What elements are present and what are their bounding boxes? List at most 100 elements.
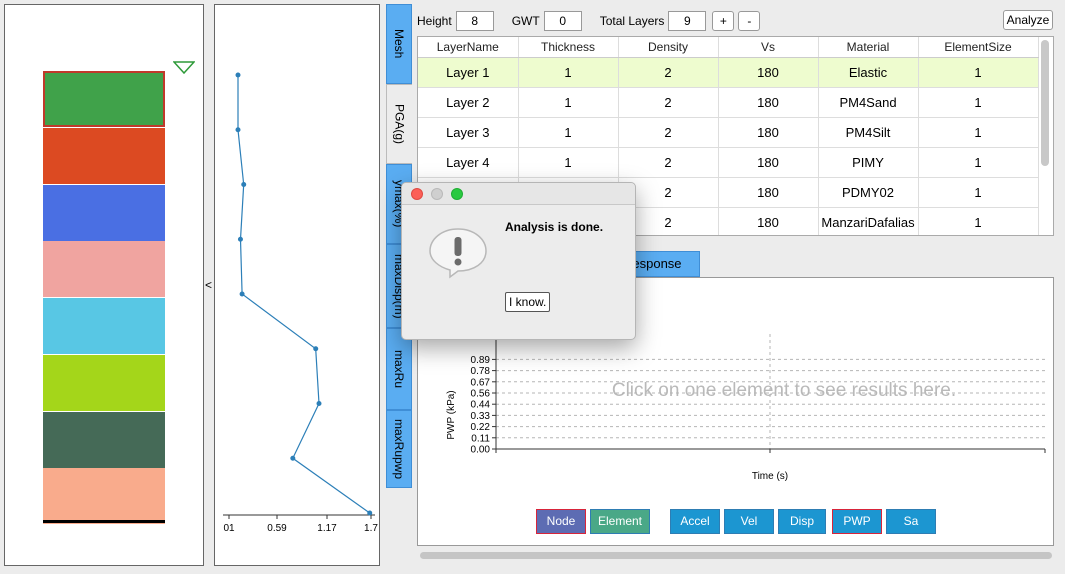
- chart-y-tick-label: 0.56: [471, 389, 491, 400]
- dialog-titlebar: [402, 183, 635, 205]
- dialog-ok-button[interactable]: I know.: [505, 292, 551, 312]
- profile-point[interactable]: [235, 127, 241, 133]
- soil-layer-block[interactable]: [43, 298, 165, 354]
- chart-y-axis-label: PWP (kPa): [446, 390, 457, 439]
- tab-label: Mesh: [392, 29, 406, 59]
- table-scrollbar[interactable]: [1041, 40, 1049, 166]
- pwp-button[interactable]: PWP: [832, 509, 882, 534]
- profile-point[interactable]: [367, 510, 373, 516]
- soil-layer-block[interactable]: [43, 71, 165, 127]
- column-header[interactable]: Material: [818, 37, 919, 58]
- table-cell[interactable]: 180: [718, 57, 819, 88]
- profile-plot-panel: 01 0.59 1.17 1.7: [214, 4, 380, 566]
- table-cell[interactable]: Layer 2: [418, 87, 519, 118]
- total-layers-input[interactable]: 9: [668, 11, 707, 31]
- add-layer-button[interactable]: +: [712, 11, 735, 31]
- analyze-button[interactable]: Analyze: [1003, 10, 1053, 30]
- column-header[interactable]: LayerName: [418, 37, 519, 58]
- node-button[interactable]: Node: [536, 509, 586, 534]
- table-row[interactable]: Layer 4 1 2 180 PIMY 1: [418, 147, 1039, 178]
- chart-y-tick-label: 0.67: [471, 377, 491, 388]
- profile-point[interactable]: [316, 401, 322, 406]
- column-header[interactable]: Density: [618, 37, 719, 58]
- collapse-arrow-icon[interactable]: <: [205, 278, 212, 292]
- table-cell[interactable]: 180: [718, 117, 819, 148]
- table-cell[interactable]: 1: [918, 207, 1039, 235]
- soil-layer-block[interactable]: [43, 411, 165, 468]
- soil-layer-block[interactable]: [43, 354, 165, 411]
- profile-point[interactable]: [313, 346, 319, 352]
- soil-layer-block[interactable]: [43, 468, 165, 525]
- soil-layer-block[interactable]: [43, 127, 165, 184]
- column-header[interactable]: Vs: [718, 37, 819, 58]
- chart-placeholder-text: Click on one element to see results here…: [612, 380, 956, 401]
- profile-line: [237, 75, 371, 514]
- table-cell[interactable]: 180: [718, 207, 819, 235]
- column-header[interactable]: ElementSize: [918, 37, 1039, 58]
- table-cell[interactable]: 2: [618, 117, 719, 148]
- profile-point[interactable]: [290, 455, 296, 461]
- profile-point[interactable]: [241, 182, 247, 187]
- column-header[interactable]: Thickness: [518, 37, 619, 58]
- table-cell[interactable]: PIMY: [818, 147, 919, 178]
- table-cell[interactable]: PM4Sand: [818, 87, 919, 118]
- gwt-input[interactable]: 0: [543, 11, 582, 31]
- soil-layer-block[interactable]: [43, 241, 165, 298]
- soil-column-panel: [4, 4, 204, 566]
- table-cell[interactable]: 2: [618, 147, 719, 178]
- table-cell[interactable]: Elastic: [818, 57, 919, 88]
- table-cell[interactable]: 180: [718, 147, 819, 178]
- soil-layer-block[interactable]: [43, 184, 165, 241]
- table-cell[interactable]: Layer 3: [418, 117, 519, 148]
- chart-y-tick-label: 0.00: [471, 445, 491, 456]
- table-cell[interactable]: ManzariDafalias: [818, 207, 919, 235]
- table-cell[interactable]: 1: [518, 57, 619, 88]
- gwt-triangle-icon[interactable]: [173, 61, 195, 75]
- profile-point[interactable]: [237, 236, 243, 242]
- accel-button[interactable]: Accel: [670, 509, 720, 534]
- table-cell[interactable]: 1: [918, 117, 1039, 148]
- table-row[interactable]: Layer 2 1 2 180 PM4Sand 1: [418, 87, 1039, 118]
- table-cell[interactable]: PM4Silt: [818, 117, 919, 148]
- chart-y-tick-label: 0.33: [471, 411, 491, 422]
- table-cell[interactable]: 2: [618, 87, 719, 118]
- tab-maxru[interactable]: maxRu: [386, 328, 412, 410]
- table-row[interactable]: Layer 1 1 2 180 Elastic 1: [418, 57, 1039, 88]
- tab-mesh[interactable]: Mesh: [386, 4, 412, 84]
- table-cell[interactable]: 1: [918, 57, 1039, 88]
- table-cell[interactable]: 1: [918, 87, 1039, 118]
- table-header-row: LayerName Thickness Density Vs Material Eleme…: [418, 37, 1039, 58]
- profile-point[interactable]: [235, 72, 241, 78]
- top-controls: Height 8 GWT 0 Total Layers 9 + -: [417, 10, 764, 32]
- table-cell[interactable]: 1: [918, 147, 1039, 178]
- chart-x-axis-label: Time (s): [752, 471, 788, 482]
- tab-label: PGA(g): [392, 103, 407, 144]
- table-cell[interactable]: 180: [718, 87, 819, 118]
- table-cell[interactable]: 180: [718, 177, 819, 208]
- table-cell[interactable]: 1: [518, 87, 619, 118]
- vel-button[interactable]: Vel: [724, 509, 774, 534]
- profile-x-tick-label: 1.17: [317, 523, 337, 534]
- close-window-icon[interactable]: [411, 188, 423, 200]
- table-cell[interactable]: 1: [518, 147, 619, 178]
- disp-button[interactable]: Disp: [778, 509, 826, 534]
- tab-pga-g[interactable]: PGA(g): [386, 84, 412, 164]
- height-input[interactable]: 8: [455, 11, 494, 31]
- remove-layer-button[interactable]: -: [738, 11, 761, 31]
- table-cell[interactable]: Layer 4: [418, 147, 519, 178]
- sa-button[interactable]: Sa: [886, 509, 936, 534]
- table-row[interactable]: Layer 3 1 2 180 PM4Silt 1: [418, 117, 1039, 148]
- horizontal-scrollbar[interactable]: [420, 552, 1052, 559]
- table-cell[interactable]: PDMY02: [818, 177, 919, 208]
- profile-point[interactable]: [239, 291, 245, 297]
- table-cell[interactable]: 1: [518, 117, 619, 148]
- tab-maxrupwp[interactable]: maxRupwp: [386, 410, 412, 488]
- dialog-message: Analysis is done.: [505, 220, 604, 234]
- table-cell[interactable]: 1: [918, 177, 1039, 208]
- element-button[interactable]: Element: [590, 509, 650, 534]
- profile-x-tick-label: 0.59: [267, 523, 287, 534]
- table-cell[interactable]: 2: [618, 57, 719, 88]
- zoom-window-icon[interactable]: [451, 188, 463, 200]
- gwt-label: GWT: [511, 14, 540, 28]
- table-cell[interactable]: Layer 1: [418, 57, 519, 88]
